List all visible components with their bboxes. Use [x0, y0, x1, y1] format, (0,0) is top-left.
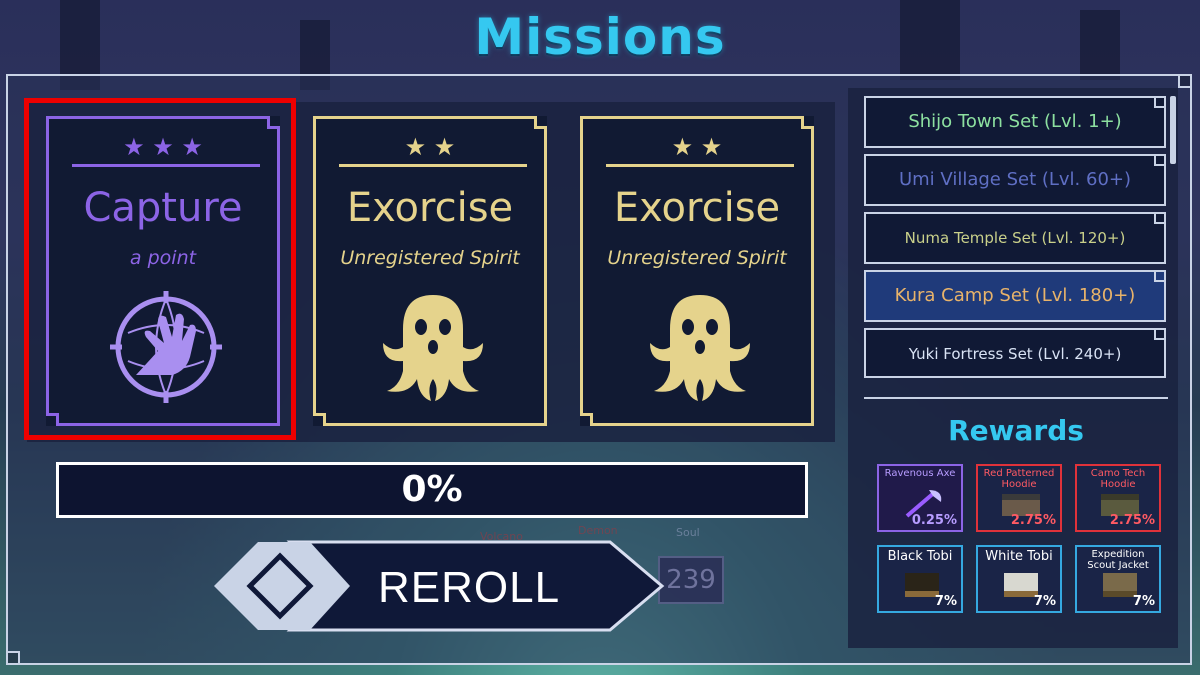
set-label: Kura Camp Set (Lvl. 180+)	[894, 285, 1136, 306]
reward-chance: 2.75%	[1010, 513, 1056, 528]
reroll-label: REROLL	[378, 563, 561, 612]
reward-chance: 2.75%	[1109, 513, 1155, 528]
hud-tag: Demon	[578, 524, 618, 537]
reward-name: Expedition Scout Jacket	[1087, 549, 1149, 571]
mission-progress-bar: 0%	[56, 462, 808, 518]
selection-highlight	[24, 98, 296, 440]
mission-verb: Exorcise	[613, 185, 781, 231]
divider	[864, 397, 1168, 399]
set-item-umi-village[interactable]: Umi Village Set (Lvl. 60+)	[864, 154, 1166, 206]
card-divider	[606, 164, 794, 167]
set-label: Yuki Fortress Set (Lvl. 240+)	[908, 345, 1122, 363]
reward-item[interactable]: Black Tobi 7%	[877, 545, 963, 613]
set-item-kura-camp[interactable]: Kura Camp Set (Lvl. 180+)	[864, 270, 1166, 322]
reward-chance: 7%	[1132, 594, 1155, 609]
reward-name: White Tobi	[985, 549, 1053, 564]
set-item-shijo-town[interactable]: Shijo Town Set (Lvl. 1+)	[864, 96, 1166, 148]
card-divider	[339, 164, 527, 167]
hud-tag: Soul	[676, 526, 700, 539]
mission-card-exorcise-2[interactable]: ★ ★ Exorcise Unregistered Spirit	[580, 116, 814, 426]
sets-scrollbar[interactable]	[1170, 96, 1176, 164]
set-label: Numa Temple Set (Lvl. 120+)	[904, 229, 1126, 247]
reward-item[interactable]: Expedition Scout Jacket 7%	[1075, 545, 1161, 613]
mission-verb: Exorcise	[346, 185, 514, 231]
set-label: Umi Village Set (Lvl. 60+)	[898, 169, 1132, 190]
difficulty-stars: ★ ★	[404, 133, 456, 161]
reward-chance: 7%	[1033, 594, 1056, 609]
reward-name: Red Patterned Hoodie	[983, 468, 1055, 490]
ghost-icon	[383, 295, 483, 401]
mission-target: Unregistered Spirit	[607, 247, 787, 269]
set-label: Shijo Town Set (Lvl. 1+)	[908, 111, 1122, 132]
reward-item[interactable]: White Tobi 7%	[976, 545, 1062, 613]
reward-item[interactable]: Ravenous Axe 0.25%	[877, 464, 963, 532]
reward-item[interactable]: Camo Tech Hoodie 2.75%	[1075, 464, 1161, 532]
difficulty-stars: ★ ★	[671, 133, 723, 161]
mission-card-exorcise-1[interactable]: ★ ★ Exorcise Unregistered Spirit	[313, 116, 547, 426]
set-item-yuki-fortress[interactable]: Yuki Fortress Set (Lvl. 240+)	[864, 328, 1166, 378]
set-item-numa-temple[interactable]: Numa Temple Set (Lvl. 120+)	[864, 212, 1166, 264]
reward-name: Ravenous Axe	[884, 468, 956, 479]
reward-chance: 7%	[934, 594, 957, 609]
reward-name: Camo Tech Hoodie	[1090, 468, 1146, 490]
mission-target: Unregistered Spirit	[340, 247, 520, 269]
reward-item[interactable]: Red Patterned Hoodie 2.75%	[976, 464, 1062, 532]
progress-label: 0%	[401, 469, 463, 510]
page-title: Missions	[474, 8, 726, 66]
rewards-title: Rewards	[948, 414, 1084, 447]
reward-name: Black Tobi	[887, 549, 953, 564]
reward-chance: 0.25%	[911, 513, 957, 528]
ghost-icon	[650, 295, 750, 401]
